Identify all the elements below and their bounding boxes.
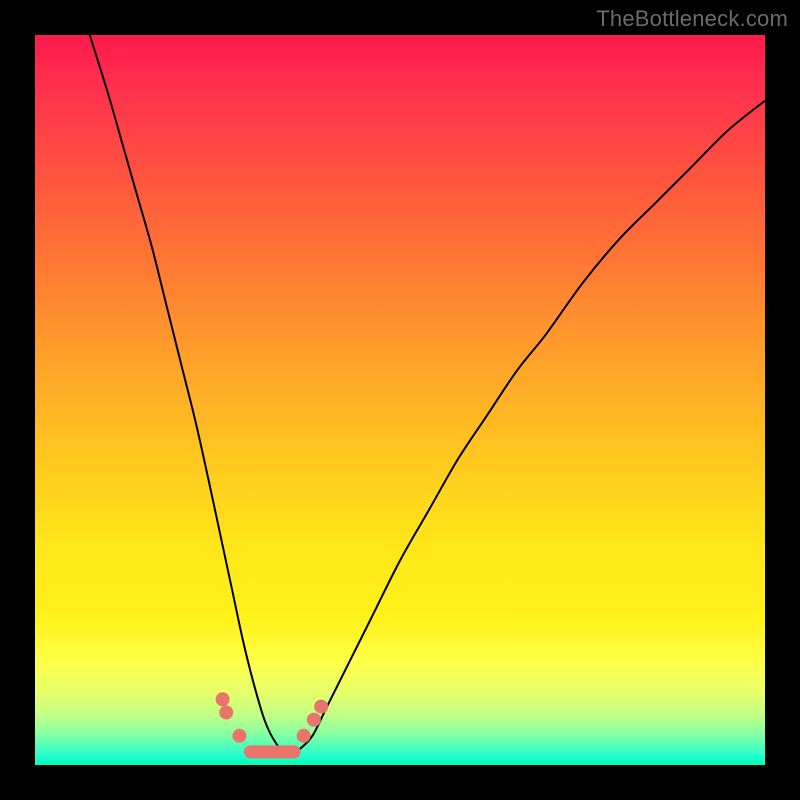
curve-marker (219, 705, 233, 719)
curve-marker (314, 700, 328, 714)
outer-frame: TheBottleneck.com (0, 0, 800, 800)
chart-svg (35, 35, 765, 765)
curve-marker (307, 713, 321, 727)
curve-marker (297, 729, 311, 743)
curve-marker (232, 729, 246, 743)
plot-area (35, 35, 765, 765)
curve-marker (216, 692, 230, 706)
bottleneck-curve (90, 35, 765, 754)
watermark-text: TheBottleneck.com (596, 6, 788, 32)
